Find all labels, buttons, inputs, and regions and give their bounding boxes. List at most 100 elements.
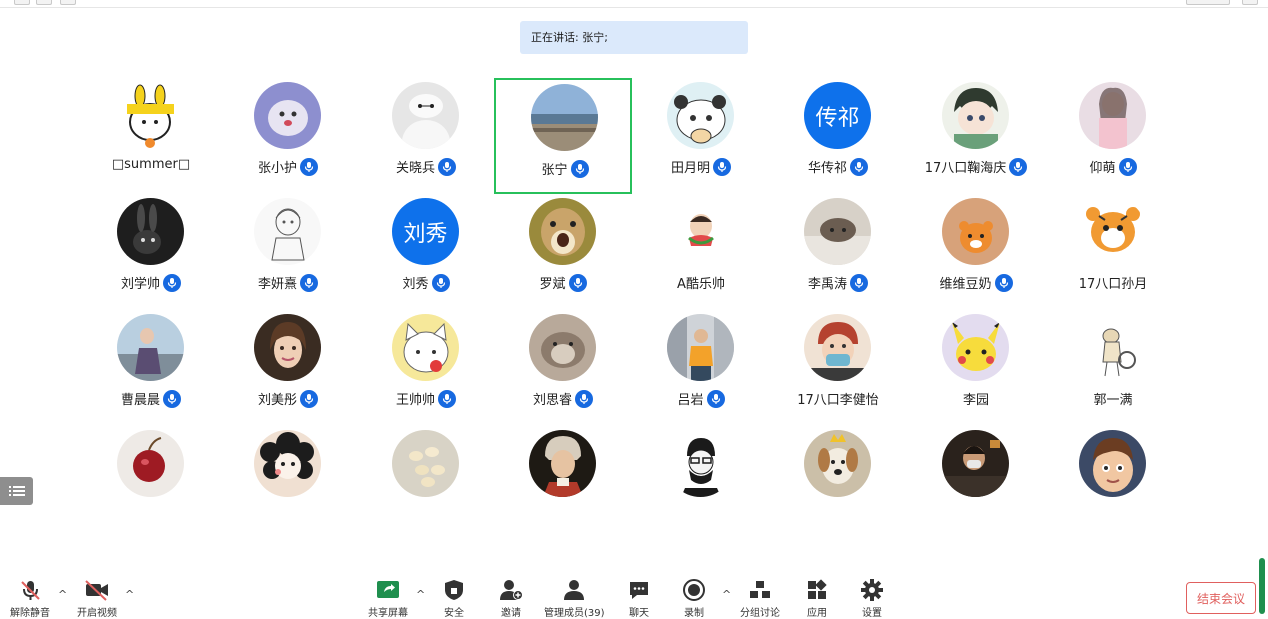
participant-tile[interactable]: 王帅帅 (357, 310, 495, 426)
participant-tile[interactable]: 田月明 (632, 78, 770, 194)
participant-avatar: 传祁 (804, 82, 871, 149)
speaking-banner: 正在讲话: 张宁; (520, 21, 748, 54)
participant-tile[interactable] (219, 426, 357, 542)
participant-avatar (667, 430, 734, 497)
mic-icon (575, 389, 593, 408)
start-video-button[interactable]: 开启视频 (77, 578, 117, 619)
participant-tile[interactable] (357, 426, 495, 542)
participant-name-row: 王帅帅 (357, 389, 495, 408)
participant-name-row: 田月明 (632, 157, 770, 176)
apps-button[interactable]: 应用 (806, 578, 828, 619)
apps-icon (806, 578, 828, 602)
fullscreen-button[interactable] (1242, 0, 1258, 5)
manage-members-button[interactable]: 管理成员(39) (544, 578, 605, 619)
invite-button[interactable]: 邀请 (499, 578, 523, 619)
settings-label: 设置 (862, 608, 882, 619)
participant-avatar (1079, 82, 1146, 149)
video-options-caret[interactable]: ^ (125, 588, 134, 601)
window-control[interactable] (36, 0, 52, 5)
participant-name: 罗斌 (539, 277, 566, 292)
participant-avatar (392, 430, 459, 497)
participant-tile[interactable]: □summer□ (82, 78, 220, 194)
participant-tile[interactable] (632, 426, 770, 542)
participant-avatar (117, 430, 184, 497)
participant-tile[interactable]: 刘思睿 (494, 310, 632, 426)
participant-tile[interactable] (907, 426, 1045, 542)
participant-tile[interactable]: 传祁 华传祁 (769, 78, 907, 194)
breakout-button[interactable]: 分组讨论 (740, 578, 780, 619)
participant-avatar (529, 198, 596, 265)
participant-tile[interactable]: 刘美彤 (219, 310, 357, 426)
record-options-caret[interactable]: ^ (722, 588, 731, 601)
top-bar (0, 0, 1268, 8)
participant-avatar (117, 198, 184, 265)
side-panel-toggle[interactable] (0, 477, 33, 505)
participant-avatar (531, 84, 598, 151)
participant-tile[interactable]: 张宁 (494, 78, 632, 194)
participant-tile[interactable]: 关晓兵 (357, 78, 495, 194)
mic-icon (300, 157, 318, 176)
participant-tile[interactable]: 罗斌 (494, 194, 632, 310)
view-switch[interactable] (1186, 0, 1230, 5)
participant-name: 田月明 (670, 161, 710, 176)
participant-tile[interactable]: 仰萌 (1044, 78, 1182, 194)
mic-icon (994, 273, 1013, 292)
participant-tile[interactable]: 吕岩 (632, 310, 770, 426)
participant-tile[interactable]: A酷乐帅 (632, 194, 770, 310)
participant-tile[interactable] (494, 426, 632, 542)
window-control[interactable] (60, 0, 76, 5)
participant-tile[interactable]: 李园 (907, 310, 1045, 426)
participant-name: 李园 (962, 393, 989, 408)
participant-tile[interactable]: 李禹涛 (769, 194, 907, 310)
participant-tile[interactable]: 17八口李健怡 (769, 310, 907, 426)
chat-button[interactable]: 聊天 (628, 578, 650, 619)
unmute-button[interactable]: 解除静音 (10, 578, 50, 619)
meeting-toolbar: 解除静音 ^ 开启视频 ^ 共享屏幕 ^ 安全 邀请 管理成员(39) 聊天 录… (0, 570, 1268, 619)
participant-avatar (667, 198, 734, 265)
participant-tile[interactable]: 刘秀 刘秀 (357, 194, 495, 310)
share-options-caret[interactable]: ^ (416, 588, 425, 601)
chat-icon (628, 578, 650, 602)
participant-name-row: 曹晨晨 (82, 389, 220, 408)
list-icon (8, 486, 25, 496)
participant-name-row: 罗斌 (494, 273, 632, 292)
window-control[interactable] (14, 0, 30, 5)
participant-tile[interactable]: 张小护 (219, 78, 357, 194)
participant-name-row: A酷乐帅 (632, 273, 770, 292)
participant-tile[interactable]: 李妍熹 (219, 194, 357, 310)
participant-tile[interactable] (769, 426, 907, 542)
participant-tile[interactable] (82, 426, 220, 542)
participant-name-row: 仰萌 (1044, 157, 1182, 176)
participant-tile[interactable] (1044, 426, 1182, 542)
participant-tile[interactable]: 郭一满 (1044, 310, 1182, 426)
participant-avatar (254, 314, 321, 381)
participant-avatar (254, 430, 321, 497)
security-label: 安全 (444, 608, 464, 619)
participant-name-row: 张小护 (219, 157, 357, 176)
audio-options-caret[interactable]: ^ (58, 588, 67, 601)
security-button[interactable]: 安全 (444, 578, 464, 619)
participant-tile[interactable]: 刘学帅 (82, 194, 220, 310)
participant-name-row: 维维豆奶 (907, 273, 1045, 292)
participant-tile[interactable]: 维维豆奶 (907, 194, 1045, 310)
record-button[interactable]: 录制 (683, 578, 705, 619)
share-screen-button[interactable]: 共享屏幕 (368, 578, 408, 619)
record-icon (683, 578, 705, 602)
shield-icon (444, 578, 464, 602)
participant-name: 刘思睿 (532, 393, 572, 408)
participant-tile[interactable]: 17八口孙月 (1044, 194, 1182, 310)
participant-name: 曹晨晨 (120, 393, 160, 408)
participant-avatar (1079, 198, 1146, 265)
participant-tile[interactable]: 17八口鞠海庆 (907, 78, 1045, 194)
participant-name: 维维豆奶 (939, 277, 992, 292)
end-meeting-button[interactable]: 结束会议 (1186, 582, 1256, 614)
settings-button[interactable]: 设置 (861, 578, 883, 619)
participant-name-row: 刘学帅 (82, 273, 220, 292)
participant-avatar (254, 82, 321, 149)
participant-tile[interactable]: 曹晨晨 (82, 310, 220, 426)
mic-icon (568, 273, 587, 292)
participant-name: 张宁 (541, 163, 568, 178)
participant-avatar (942, 430, 1009, 497)
scrollbar[interactable] (1259, 558, 1265, 614)
chat-label: 聊天 (629, 608, 649, 619)
